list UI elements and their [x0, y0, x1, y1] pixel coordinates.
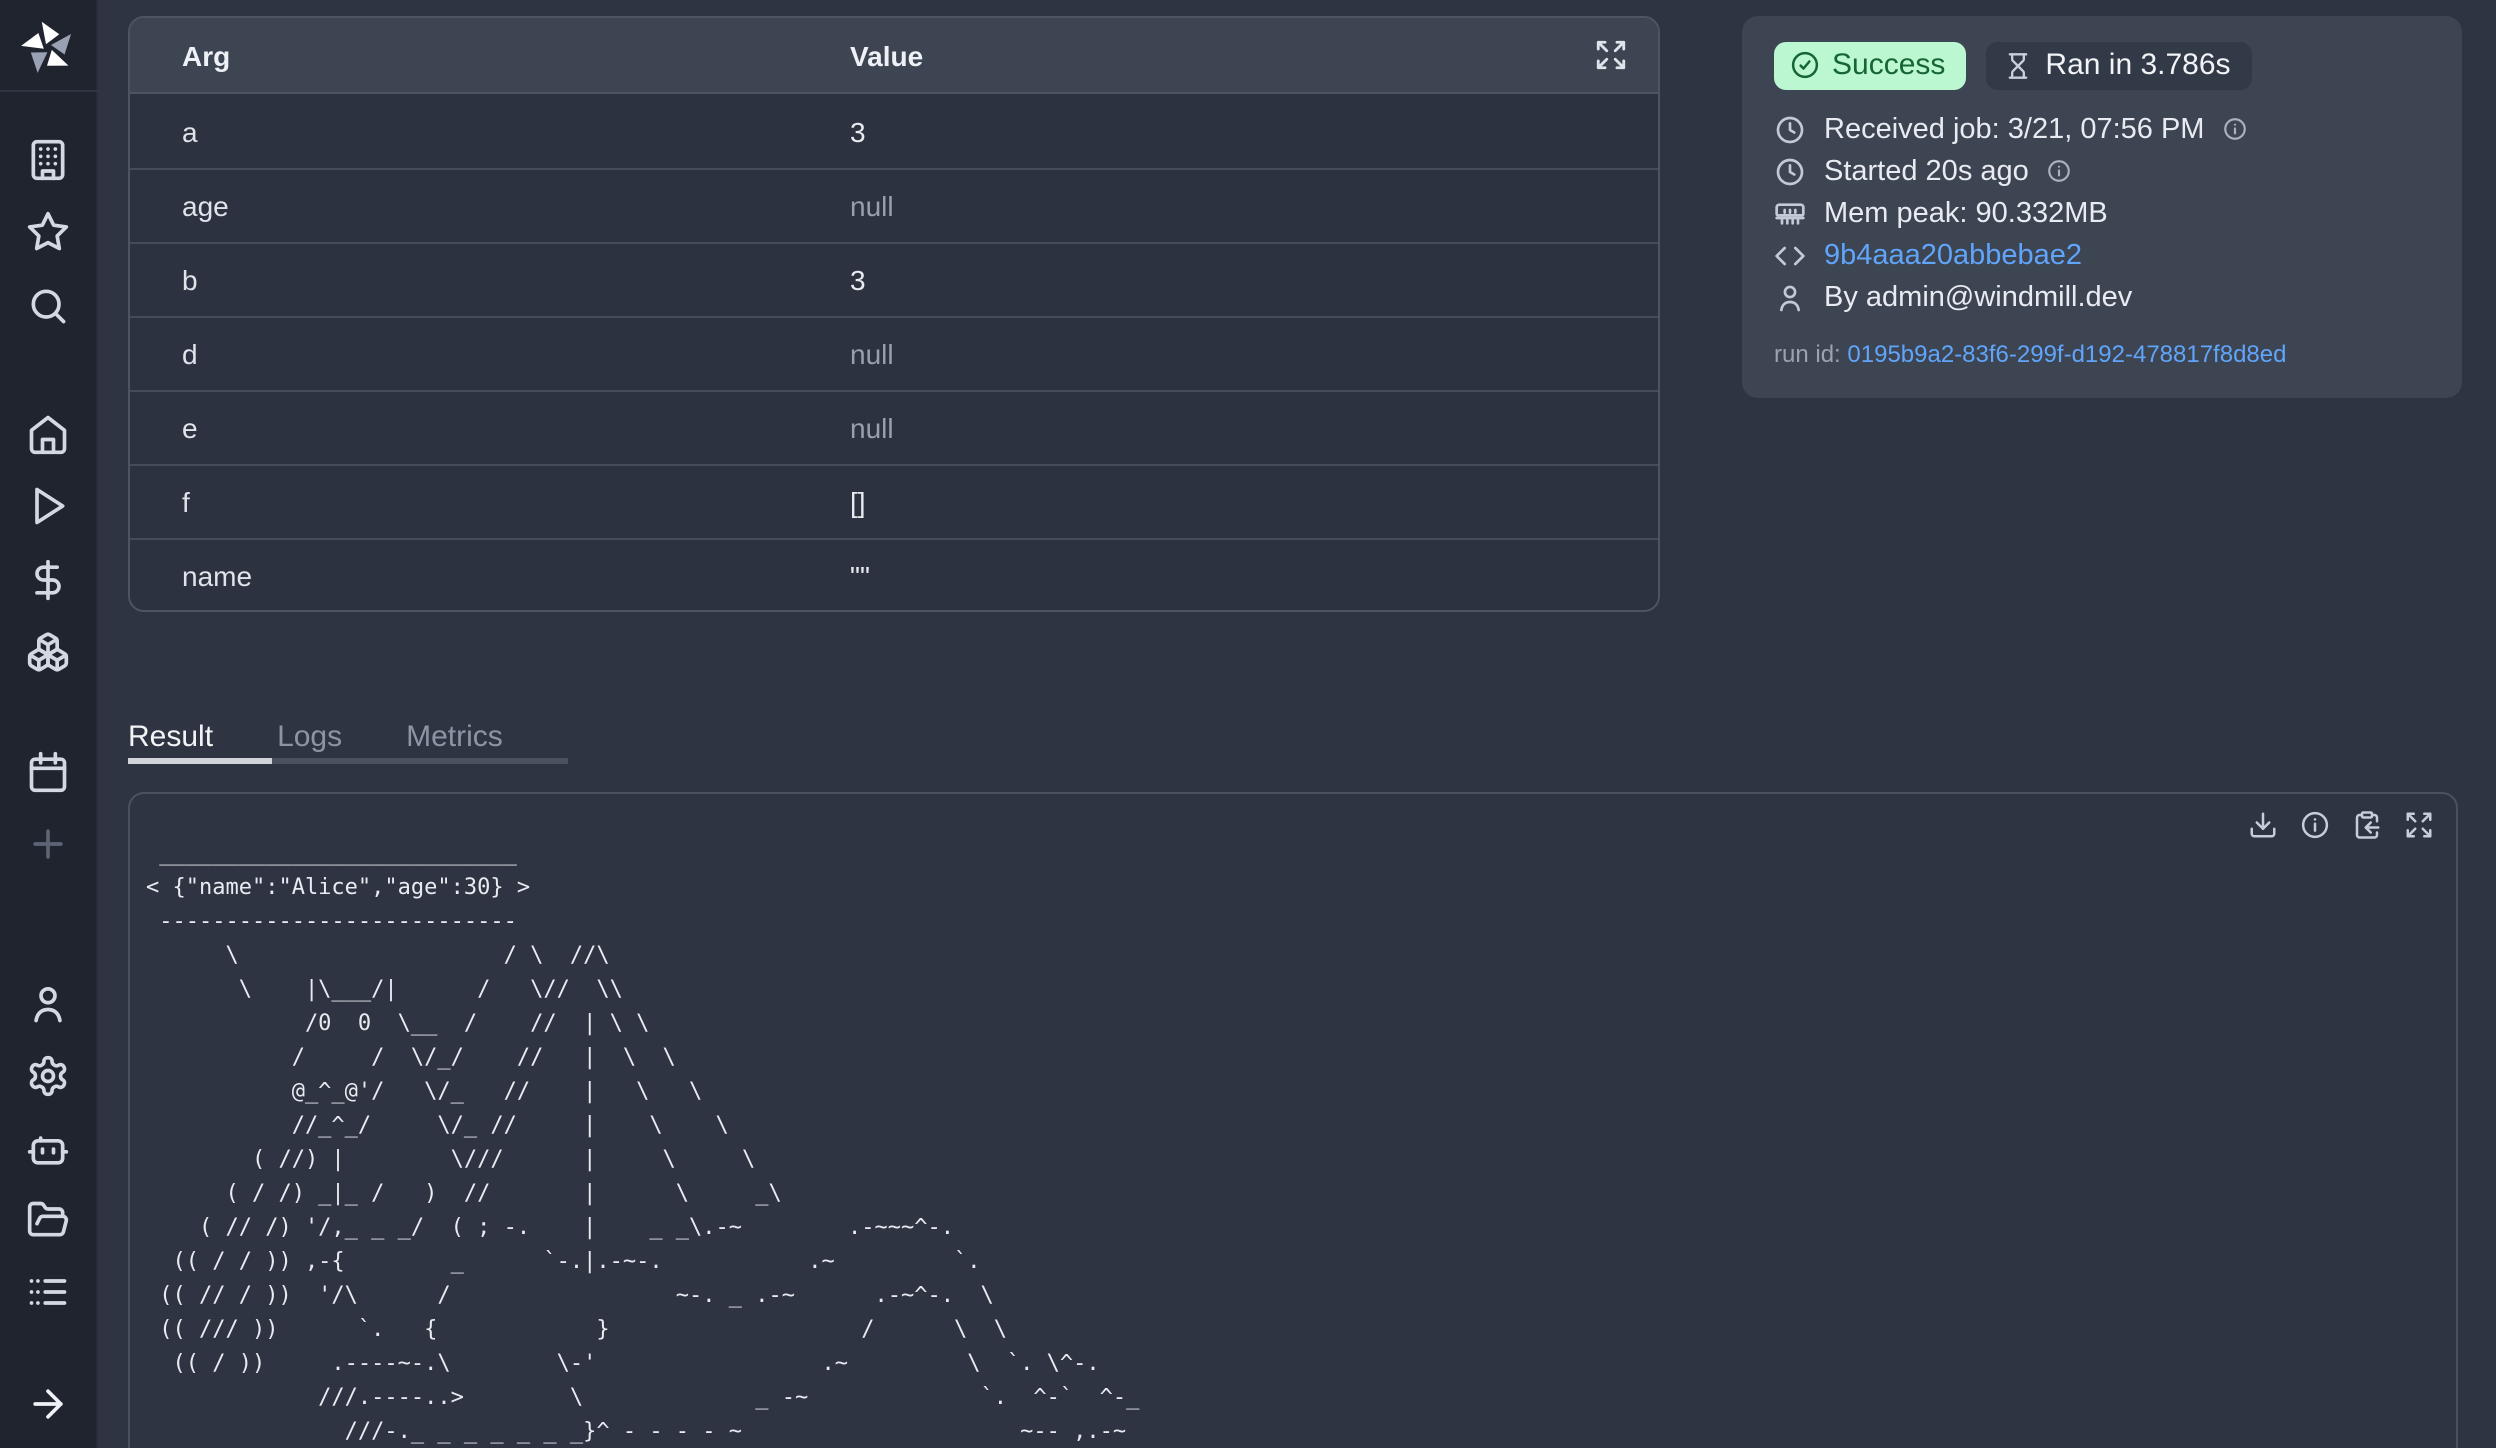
- result-tabs: Result Logs Metrics: [128, 706, 568, 764]
- status-badge-label: Success: [1832, 48, 1945, 82]
- run-by-line: By admin@windmill.dev: [1774, 276, 2430, 318]
- table-row: agenull: [130, 168, 1658, 242]
- script-hash-link[interactable]: 9b4aaa20abbebae2: [1824, 239, 2082, 271]
- duration-chip: Ran in 3.786s: [1985, 42, 2252, 90]
- clock-icon: [1774, 113, 1806, 145]
- tab-metrics[interactable]: Metrics: [406, 706, 503, 758]
- resources-boxes-icon[interactable]: [26, 630, 70, 674]
- arg-name: d: [130, 338, 850, 370]
- settings-gear-icon[interactable]: [26, 1054, 70, 1098]
- person-icon: [1774, 281, 1806, 313]
- runs-play-icon[interactable]: [26, 484, 70, 528]
- workers-robot-icon[interactable]: [26, 1128, 70, 1172]
- arg-name: name: [130, 560, 850, 592]
- run-id-link[interactable]: 0195b9a2-83f6-299f-d192-478817f8d8ed: [1847, 340, 2286, 368]
- arg-name: b: [130, 264, 850, 296]
- args-table-header: Arg Value: [130, 18, 1658, 94]
- info-icon[interactable]: [2047, 158, 2073, 184]
- active-tab-underline: [128, 758, 272, 764]
- hourglass-icon: [2003, 51, 2031, 79]
- arg-name: f: [130, 486, 850, 518]
- windmill-job-page: Arg Value a3agenullb3dnullenullf[]name""…: [0, 0, 2496, 1448]
- table-row: b3: [130, 242, 1658, 316]
- value-col-header: Value: [850, 39, 1594, 71]
- duration-label: Ran in 3.786s: [2045, 48, 2230, 82]
- info-icon[interactable]: [2300, 808, 2332, 840]
- schedules-calendar-icon[interactable]: [26, 750, 70, 794]
- status-badge: Success: [1774, 42, 1965, 90]
- download-icon[interactable]: [2248, 808, 2280, 840]
- run-list-icon[interactable]: [26, 1270, 70, 1314]
- run-by-text: By admin@windmill.dev: [1824, 281, 2132, 313]
- result-ascii-output: ___________________________ < {"name":"A…: [146, 836, 1139, 1448]
- started-text: Started 20s ago: [1824, 155, 2029, 187]
- table-row: dnull: [130, 316, 1658, 390]
- info-icon[interactable]: [2222, 116, 2248, 142]
- table-row: a3: [130, 94, 1658, 168]
- status-badge-row: Success Ran in 3.786s: [1774, 40, 2430, 92]
- args-table-body: a3agenullb3dnullenullf[]name"": [130, 94, 1658, 612]
- arrow-right-icon[interactable]: [26, 1382, 70, 1426]
- mem-peak-text: Mem peak: 90.332MB: [1824, 197, 2108, 229]
- run-id-line: run id: 0195b9a2-83f6-299f-d192-478817f8…: [1774, 340, 2430, 368]
- arg-value: 3: [850, 264, 1658, 296]
- started-line: Started 20s ago: [1774, 150, 2430, 192]
- folder-open-icon[interactable]: [26, 1198, 70, 1242]
- arg-name: a: [130, 115, 850, 147]
- search-icon[interactable]: [26, 284, 70, 328]
- result-panel: ___________________________ < {"name":"A…: [128, 792, 2458, 1448]
- arg-value: null: [850, 412, 1658, 444]
- args-col-header: Arg: [130, 39, 850, 71]
- expand-result-icon[interactable]: [2404, 808, 2436, 840]
- home-icon[interactable]: [26, 412, 70, 456]
- arg-value: []: [850, 486, 1658, 518]
- user-icon[interactable]: [26, 982, 70, 1026]
- expand-args-icon[interactable]: [1594, 35, 1634, 75]
- arg-value: "": [850, 560, 1658, 592]
- star-icon[interactable]: [26, 210, 70, 254]
- clock-icon: [1774, 155, 1806, 187]
- script-hash-line: 9b4aaa20abbebae2: [1774, 234, 2430, 276]
- plus-icon[interactable]: [26, 822, 70, 866]
- arg-name: e: [130, 412, 850, 444]
- table-row: f[]: [130, 464, 1658, 538]
- arg-value: null: [850, 338, 1658, 370]
- job-status-panel: Success Ran in 3.786s Received job: 3/21…: [1742, 16, 2462, 398]
- received-job-line: Received job: 3/21, 07:56 PM: [1774, 108, 2430, 150]
- sidebar: [0, 0, 98, 1448]
- variables-dollar-icon[interactable]: [26, 558, 70, 602]
- args-table: Arg Value a3agenullb3dnullenullf[]name"": [128, 16, 1660, 612]
- tab-result[interactable]: Result: [128, 706, 213, 758]
- table-row: enull: [130, 390, 1658, 464]
- windmill-logo-icon[interactable]: [18, 18, 78, 78]
- arg-value: null: [850, 190, 1658, 222]
- arg-name: age: [130, 190, 850, 222]
- code-icon: [1774, 239, 1806, 271]
- received-job-text: Received job: 3/21, 07:56 PM: [1824, 113, 2204, 145]
- building-icon[interactable]: [26, 138, 70, 182]
- mem-peak-line: Mem peak: 90.332MB: [1774, 192, 2430, 234]
- arg-value: 3: [850, 115, 1658, 147]
- sidebar-divider: [0, 90, 98, 92]
- tab-logs[interactable]: Logs: [277, 706, 342, 758]
- result-actions: [2248, 808, 2436, 840]
- run-id-label: run id:: [1774, 340, 1841, 368]
- copy-clipboard-icon[interactable]: [2352, 808, 2384, 840]
- table-row: name"": [130, 538, 1658, 612]
- memory-icon: [1774, 197, 1806, 229]
- check-circle-icon: [1790, 50, 1820, 80]
